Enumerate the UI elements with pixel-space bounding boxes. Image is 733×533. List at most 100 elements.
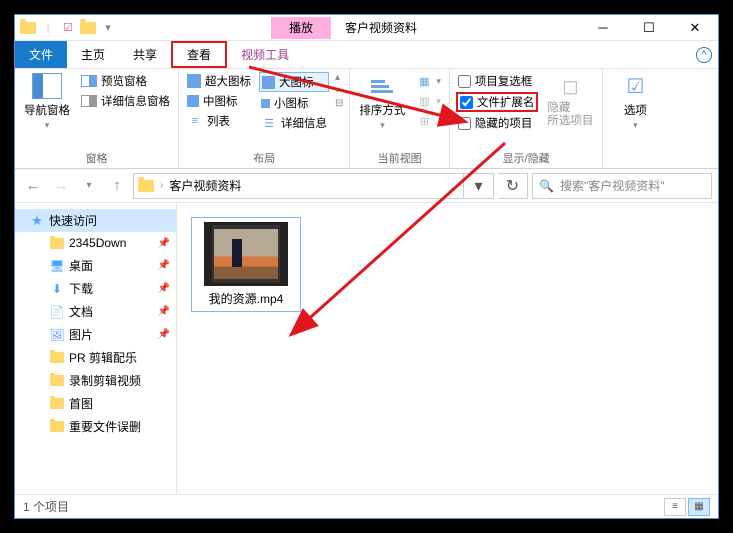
preview-pane-button[interactable]: 预览窗格	[79, 72, 172, 90]
tab-video-tools[interactable]: 视频工具	[227, 41, 303, 68]
tree-shoutu[interactable]: 首图	[15, 392, 176, 415]
lg-icon	[262, 76, 275, 89]
recent-dropdown[interactable]: ▾	[77, 174, 101, 198]
group-by-button[interactable]: ▦▾	[414, 72, 443, 90]
details-view-toggle[interactable]: ≡	[664, 498, 686, 516]
search-box[interactable]: 🔍 搜索"客户视频资料"	[532, 173, 712, 199]
new-folder-icon[interactable]	[79, 19, 97, 37]
tab-view[interactable]: 查看	[171, 41, 227, 68]
properties-icon[interactable]: ☑	[59, 19, 77, 37]
up-button[interactable]: ↑	[105, 174, 129, 198]
hide-selected-button[interactable]: ◻ 隐藏 所选项目	[544, 72, 596, 127]
content-area: ★快速访问 2345Down📌 🖥桌面📌 ⬇下载📌 📄文档📌 🖼图片📌 PR 剪…	[15, 203, 718, 494]
preview-pane-icon	[81, 75, 97, 87]
layout-scroll-down-icon[interactable]: ▾	[335, 85, 343, 96]
tree-downloads[interactable]: ⬇下载📌	[15, 277, 176, 300]
ribbon-group-panes: 导航窗格 ▾ 预览窗格 详细信息窗格 窗格	[15, 69, 179, 168]
address-bar: ← → ▾ ↑ › 客户视频资料 ▾ ↻ 🔍 搜索"客户视频资料"	[15, 169, 718, 203]
tree-pictures[interactable]: 🖼图片📌	[15, 323, 176, 346]
location-text: 客户视频资料	[169, 177, 241, 194]
tree-pr-music[interactable]: PR 剪辑配乐	[15, 346, 176, 369]
file-list[interactable]: 我的资源.mp4	[177, 203, 718, 494]
tab-file[interactable]: 文件	[15, 41, 67, 68]
details-icon: ☰	[261, 115, 277, 131]
minimize-button[interactable]: ─	[580, 15, 626, 41]
large-icons-button[interactable]: 大图标	[259, 72, 329, 92]
ribbon-group-current-view: 排序方式 ▾ ▦▾ ▥▾ ⊞ 当前视图	[350, 69, 450, 168]
pin-icon: 📌	[158, 260, 170, 271]
nav-pane-button[interactable]: 导航窗格 ▾	[21, 72, 73, 131]
search-icon: 🔍	[539, 179, 554, 193]
hidden-items-toggle[interactable]: 隐藏的项目	[456, 114, 539, 132]
group-icon: ▦	[416, 73, 432, 89]
refresh-button[interactable]: ↻	[498, 173, 528, 199]
sm-icon	[261, 99, 270, 108]
back-button[interactable]: ←	[21, 174, 45, 198]
help-icon[interactable]: ^	[696, 47, 712, 63]
folder-icon	[19, 19, 37, 37]
tab-home[interactable]: 主页	[67, 41, 119, 68]
list-button[interactable]: ≡列表	[185, 112, 253, 130]
tree-documents[interactable]: 📄文档📌	[15, 300, 176, 323]
xl-icon	[187, 74, 201, 88]
tree-recordings[interactable]: 录制剪辑视频	[15, 369, 176, 392]
tab-share[interactable]: 共享	[119, 41, 171, 68]
file-extensions-toggle[interactable]: 文件扩展名	[456, 92, 539, 112]
location-folder-icon	[138, 180, 154, 192]
view-toggles: ≡ ▦	[664, 498, 710, 516]
qat-dropdown-icon[interactable]: ▾	[99, 19, 117, 37]
add-columns-button[interactable]: ▥▾	[414, 92, 443, 110]
options-button[interactable]: ☑ 选项 ▾	[609, 72, 661, 131]
details-button[interactable]: ☰详细信息	[259, 114, 329, 132]
group-label-panes: 窗格	[21, 148, 172, 168]
group-label-options	[609, 152, 661, 168]
ribbon-group-show-hide: 项目复选框 文件扩展名 隐藏的项目 ◻ 隐藏 所选项目 显示/隐藏	[450, 69, 604, 168]
size-columns-button[interactable]: ⊞	[414, 112, 443, 130]
layout-scroll-up-icon[interactable]: ▴	[335, 72, 343, 83]
tree-important[interactable]: 重要文件误删	[15, 415, 176, 438]
close-button[interactable]: ✕	[672, 15, 718, 41]
ribbon-group-options: ☑ 选项 ▾	[603, 69, 667, 168]
document-icon: 📄	[49, 304, 65, 320]
picture-icon: 🖼	[49, 327, 65, 343]
med-icon	[187, 95, 199, 107]
details-pane-icon	[81, 95, 97, 107]
tree-2345down[interactable]: 2345Down📌	[15, 232, 176, 254]
options-icon: ☑	[619, 72, 651, 100]
small-icons-button[interactable]: 小图标	[259, 94, 329, 112]
group-label-show-hide: 显示/隐藏	[456, 148, 597, 168]
forward-button[interactable]: →	[49, 174, 73, 198]
file-name: 我的资源.mp4	[209, 290, 284, 307]
quick-access-toolbar: | ☑ ▾	[15, 19, 121, 37]
pin-icon: 📌	[158, 283, 170, 294]
context-tab-play[interactable]: 播放	[271, 17, 331, 39]
icons-view-toggle[interactable]: ▦	[688, 498, 710, 516]
layout-more-icon[interactable]: ⊟	[335, 98, 343, 109]
tree-quick-access[interactable]: ★快速访问	[15, 209, 176, 232]
address-dropdown[interactable]: ▾	[464, 173, 494, 199]
ribbon-tabs: 文件 主页 共享 查看 视频工具 ^	[15, 41, 718, 69]
nav-pane-icon	[32, 73, 62, 99]
address-box[interactable]: › 客户视频资料	[133, 173, 464, 199]
item-count: 1 个项目	[23, 498, 69, 515]
explorer-window: | ☑ ▾ 播放 客户视频资料 ─ ☐ ✕ 文件 主页 共享 查看 视频工具 ^…	[14, 14, 719, 519]
group-label-layout: 布局	[185, 148, 343, 168]
navigation-tree: ★快速访问 2345Down📌 🖥桌面📌 ⬇下载📌 📄文档📌 🖼图片📌 PR 剪…	[15, 203, 177, 494]
item-checkboxes-toggle[interactable]: 项目复选框	[456, 72, 539, 90]
medium-icons-button[interactable]: 中图标	[185, 92, 253, 110]
pin-icon: 📌	[158, 329, 170, 340]
star-icon: ★	[29, 213, 45, 229]
sort-by-button[interactable]: 排序方式 ▾	[356, 72, 408, 131]
video-thumbnail	[204, 222, 288, 286]
file-item[interactable]: 我的资源.mp4	[191, 217, 301, 312]
tree-desktop[interactable]: 🖥桌面📌	[15, 254, 176, 277]
ribbon: 导航窗格 ▾ 预览窗格 详细信息窗格 窗格 超大图标 中图标 ≡列表 大图标	[15, 69, 718, 169]
list-icon: ≡	[187, 113, 203, 129]
extra-large-icons-button[interactable]: 超大图标	[185, 72, 253, 90]
status-bar: 1 个项目 ≡ ▦	[15, 494, 718, 518]
pin-icon: 📌	[158, 306, 170, 317]
details-pane-button[interactable]: 详细信息窗格	[79, 92, 172, 110]
maximize-button[interactable]: ☐	[626, 15, 672, 41]
hide-icon: ◻	[554, 72, 586, 100]
divider-icon: |	[39, 19, 57, 37]
